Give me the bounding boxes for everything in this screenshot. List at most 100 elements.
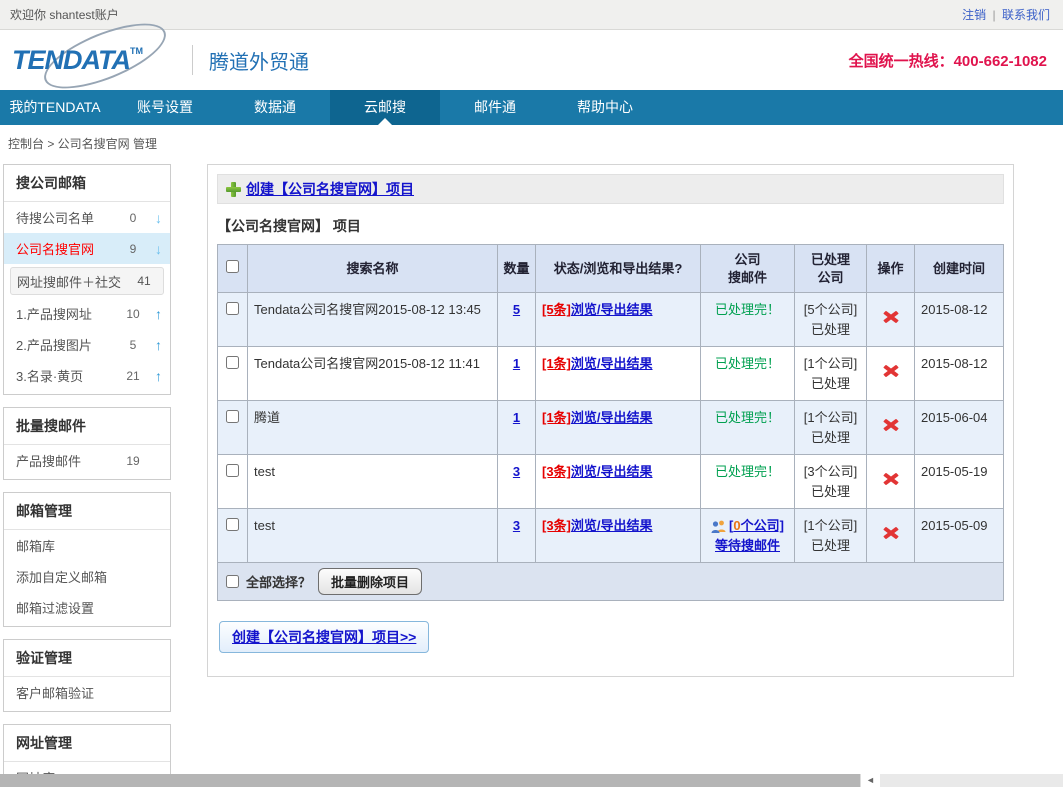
processed-count: [3个公司] — [801, 462, 860, 482]
quantity-link[interactable]: 1 — [513, 410, 520, 425]
processed-label: 已处理 — [801, 482, 860, 502]
quantity-link[interactable]: 1 — [513, 356, 520, 371]
quantity-link[interactable]: 5 — [513, 302, 520, 317]
header-select-checkbox[interactable] — [226, 260, 239, 273]
project-name: test — [248, 455, 498, 509]
delete-icon[interactable] — [883, 525, 899, 541]
item-count: 10 — [120, 307, 146, 321]
sidebar-item-directory-yellowpages[interactable]: 3.名录·黄页 21 ↑ — [4, 360, 170, 391]
scrollbar-thumb[interactable] — [0, 774, 860, 787]
col-header-operation: 操作 — [867, 245, 915, 293]
table-row: 腾道 1 [1条]浏览/导出结果 已处理完！ [1个公司] 已处理 2015-0… — [218, 401, 1004, 455]
row-checkbox[interactable] — [226, 302, 239, 315]
batch-delete-button[interactable]: 批量删除项目 — [318, 568, 422, 595]
col-header-status: 状态/浏览和导出结果? — [536, 245, 701, 293]
sidebar-section-batch-search-email: 批量搜邮件 产品搜邮件 19 — [3, 407, 171, 480]
logo: TENDATA TM — [12, 37, 182, 83]
table-row: Tendata公司名搜官网2015-08-12 13:45 5 [5条]浏览/导… — [218, 293, 1004, 347]
sidebar: 搜公司邮箱 待搜公司名单 0 ↓ 公司名搜官网 9 ↓ 网址搜邮件＋社交 41 … — [3, 164, 171, 787]
processed-label: 已处理 — [801, 428, 860, 448]
browse-export-link[interactable]: 浏览/导出结果 — [571, 464, 653, 479]
result-count-link[interactable]: [3条] — [542, 518, 571, 533]
result-count-link[interactable]: [1条] — [542, 410, 571, 425]
sidebar-item-url-search-email-social[interactable]: 网址搜邮件＋社交 41 — [10, 267, 164, 295]
sidebar-item-customer-email-verification[interactable]: 客户邮箱验证 — [4, 677, 170, 708]
select-all-checkbox[interactable] — [226, 575, 239, 588]
down-arrow-icon: ↓ — [146, 210, 162, 226]
browse-export-link[interactable]: 浏览/导出结果 — [571, 410, 653, 425]
row-checkbox[interactable] — [226, 464, 239, 477]
people-icon — [711, 519, 727, 532]
row-checkbox[interactable] — [226, 518, 239, 531]
created-date: 2015-06-04 — [915, 401, 1004, 455]
sidebar-item-product-search-url[interactable]: 1.产品搜网址 10 ↑ — [4, 298, 170, 329]
sidebar-item-mailbox-filter-settings[interactable]: 邮箱过滤设置 — [4, 592, 170, 623]
sidebar-item-mailbox-library[interactable]: 邮箱库 — [4, 530, 170, 561]
sidebar-item-company-name-search[interactable]: 公司名搜官网 9 ↓ — [4, 233, 170, 264]
scrollbar-left-arrow-icon[interactable]: ◄ — [860, 774, 880, 787]
select-all-label: 全部选择？ — [246, 572, 311, 591]
sidebar-section-title: 邮箱管理 — [4, 493, 170, 530]
horizontal-scrollbar[interactable]: ◄ — [0, 774, 1063, 787]
logout-link[interactable]: 注销 — [962, 8, 986, 22]
browse-export-link[interactable]: 浏览/导出结果 — [571, 302, 653, 317]
content: 搜公司邮箱 待搜公司名单 0 ↓ 公司名搜官网 9 ↓ 网址搜邮件＋社交 41 … — [0, 164, 1063, 787]
item-count: 19 — [120, 454, 146, 468]
nav-tab-mailtong[interactable]: 邮件通 — [440, 90, 550, 125]
waiting-company-count-link[interactable]: [0个公司] — [729, 516, 784, 536]
logo-text: TENDATA — [12, 45, 130, 76]
item-count: 0 — [120, 211, 146, 225]
nav-tab-account-settings[interactable]: 账号设置 — [110, 90, 220, 125]
quantity-link[interactable]: 3 — [513, 518, 520, 533]
quantity-link[interactable]: 3 — [513, 464, 520, 479]
delete-icon[interactable] — [883, 417, 899, 433]
created-date: 2015-05-19 — [915, 455, 1004, 509]
col-header-processed-company: 已处理 公司 — [795, 245, 867, 293]
sidebar-item-product-search-email[interactable]: 产品搜邮件 19 — [4, 445, 170, 476]
create-project-button[interactable]: 创建【公司名搜官网】项目>> — [219, 621, 429, 653]
row-checkbox[interactable] — [226, 410, 239, 423]
sidebar-section-title: 搜公司邮箱 — [4, 165, 170, 202]
table-row: Tendata公司名搜官网2015-08-12 11:41 1 [1条]浏览/导… — [218, 347, 1004, 401]
sidebar-item-pending-company-list[interactable]: 待搜公司名单 0 ↓ — [4, 202, 170, 233]
plus-icon — [226, 182, 241, 197]
row-checkbox[interactable] — [226, 356, 239, 369]
result-count-link[interactable]: [1条] — [542, 356, 571, 371]
table-header-row: 搜索名称 数量 状态/浏览和导出结果? 公司 搜邮件 已处理 公司 操作 创建时… — [218, 245, 1004, 293]
search-status: 已处理完！ — [715, 464, 780, 479]
item-count: 5 — [120, 338, 146, 352]
nav-tab-cloud-mail-search[interactable]: 云邮搜 — [330, 90, 440, 125]
sidebar-section-title: 网址管理 — [4, 725, 170, 762]
sidebar-section-verification-management: 验证管理 客户邮箱验证 — [3, 639, 171, 712]
contact-link[interactable]: 联系我们 — [1002, 8, 1050, 22]
waiting-search-email-link[interactable]: 等待搜邮件 — [715, 538, 780, 553]
nav-tab-help-center[interactable]: 帮助中心 — [550, 90, 660, 125]
result-count-link[interactable]: [3条] — [542, 464, 571, 479]
result-count-link[interactable]: [5条] — [542, 302, 571, 317]
sidebar-section-search-company-email: 搜公司邮箱 待搜公司名单 0 ↓ 公司名搜官网 9 ↓ 网址搜邮件＋社交 41 … — [3, 164, 171, 395]
project-name: Tendata公司名搜官网2015-08-12 13:45 — [248, 293, 498, 347]
table-footer: 全部选择？ 批量删除项目 — [217, 563, 1004, 601]
header-divider — [192, 45, 193, 75]
delete-icon[interactable] — [883, 309, 899, 325]
create-project-bar: 创建【公司名搜官网】项目 — [217, 174, 1004, 204]
delete-icon[interactable] — [883, 471, 899, 487]
sidebar-item-add-custom-mailbox[interactable]: 添加自定义邮箱 — [4, 561, 170, 592]
create-project-link[interactable]: 创建【公司名搜官网】项目 — [246, 179, 414, 199]
up-arrow-icon: ↑ — [146, 368, 162, 384]
search-status: 已处理完！ — [715, 356, 780, 371]
product-name: 腾道外贸通 — [209, 46, 309, 75]
main-nav: 我的TENDATA 账号设置 数据通 云邮搜 邮件通 帮助中心 — [0, 90, 1063, 125]
browse-export-link[interactable]: 浏览/导出结果 — [571, 356, 653, 371]
nav-tab-datatong[interactable]: 数据通 — [220, 90, 330, 125]
sidebar-section-title: 批量搜邮件 — [4, 408, 170, 445]
logo-tm: TM — [130, 46, 143, 56]
sidebar-item-product-search-image[interactable]: 2.产品搜图片 5 ↑ — [4, 329, 170, 360]
search-status: 已处理完！ — [715, 302, 780, 317]
nav-tab-my-tendata[interactable]: 我的TENDATA — [0, 90, 110, 125]
col-header-created-time: 创建时间 — [915, 245, 1004, 293]
browse-export-link[interactable]: 浏览/导出结果 — [571, 518, 653, 533]
up-arrow-icon: ↑ — [146, 306, 162, 322]
delete-icon[interactable] — [883, 363, 899, 379]
up-arrow-icon: ↑ — [146, 337, 162, 353]
